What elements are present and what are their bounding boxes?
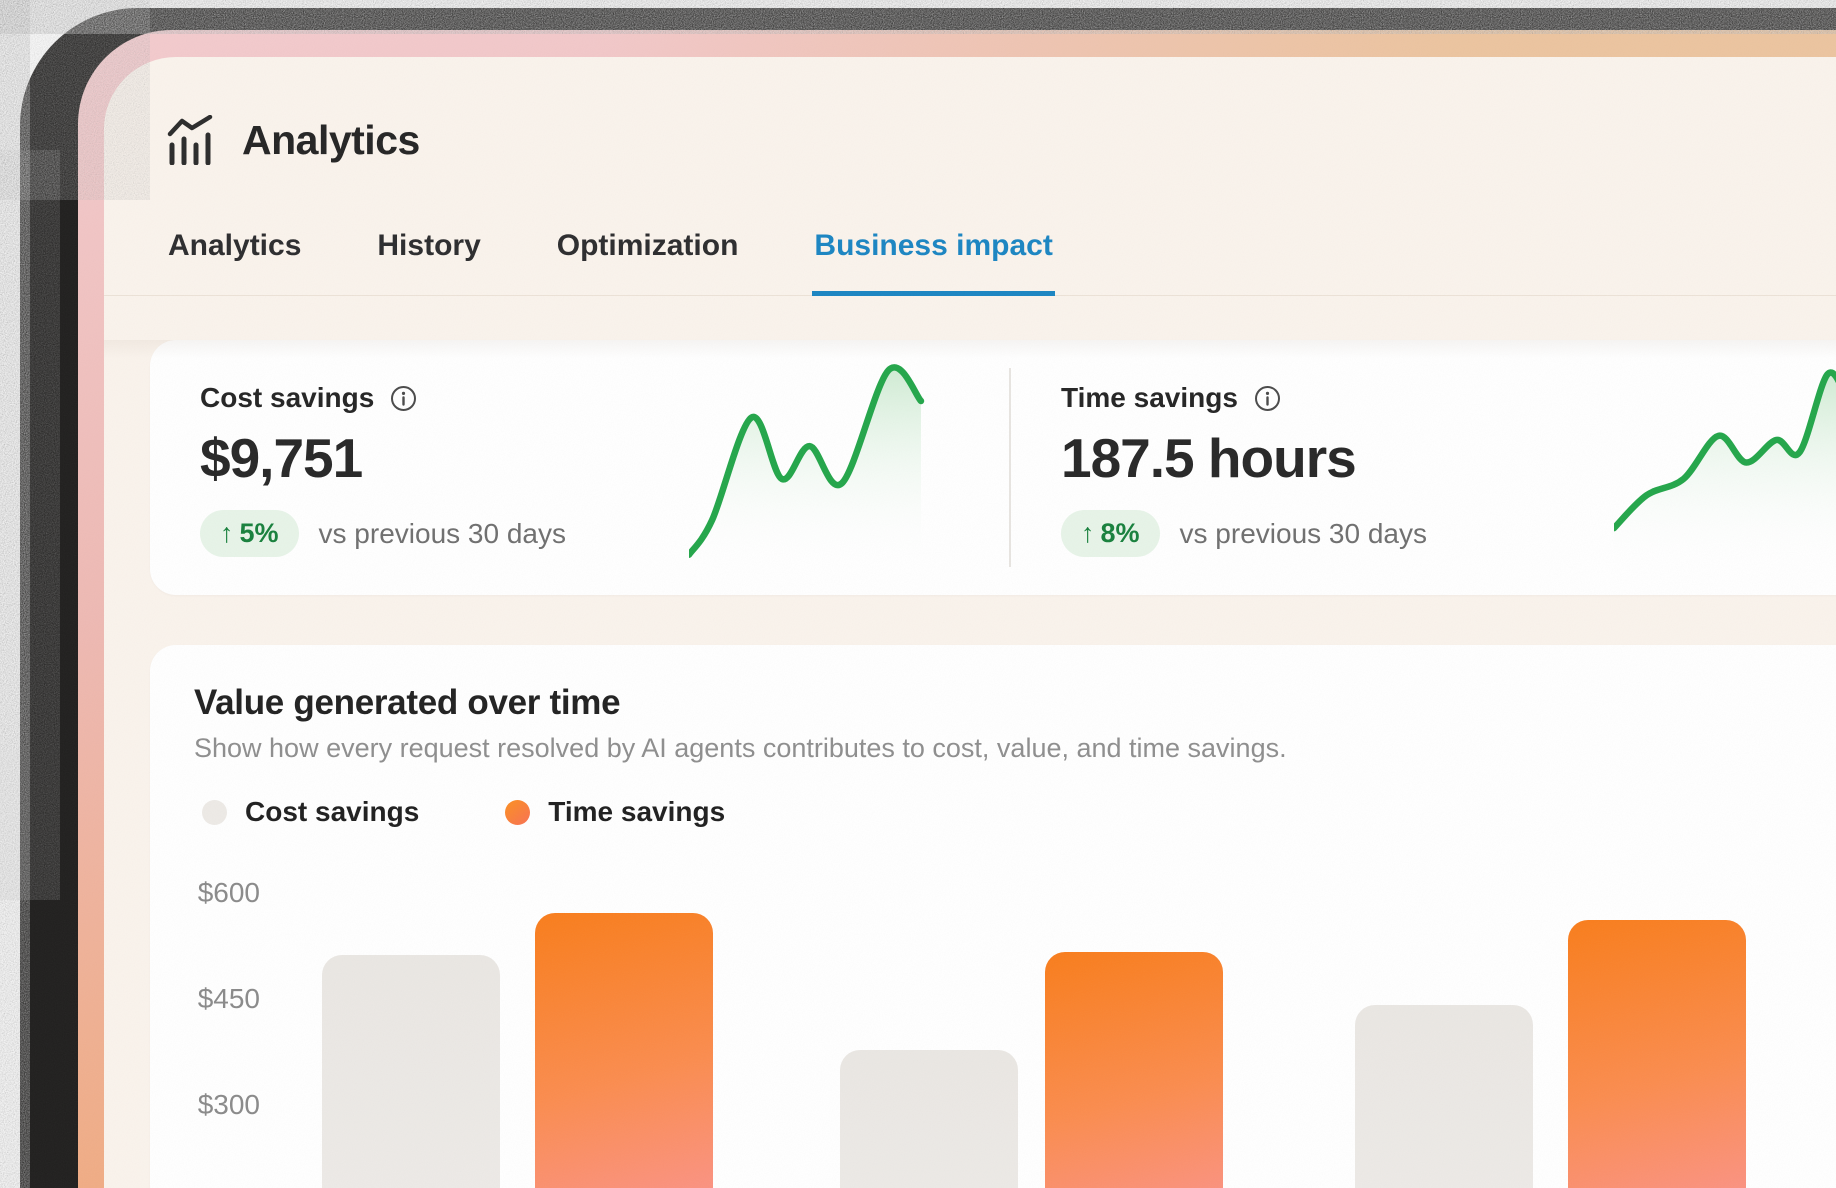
value-chart-card: Value generated over time Show how every… <box>150 645 1836 1188</box>
cost-savings-compare: vs previous 30 days <box>319 518 566 550</box>
y-axis-label-450: $450 <box>180 983 260 1015</box>
app-window: Analytics Analytics History Optimization Bu… <box>104 57 1836 1188</box>
analytics-icon <box>166 115 216 165</box>
title-row: Analytics <box>104 57 1836 165</box>
legend-item-cost-savings[interactable]: Cost savings <box>202 796 419 828</box>
legend-dot-gray <box>202 800 227 825</box>
chart-legend: Cost savings Time savings <box>202 796 1836 828</box>
up-arrow-icon: ↑ <box>220 518 234 549</box>
bar-cost-savings-group2 <box>840 1050 1018 1188</box>
bar-time-savings-group3 <box>1568 920 1746 1188</box>
time-savings-compare: vs previous 30 days <box>1180 518 1427 550</box>
bar-time-savings-group2 <box>1045 952 1223 1188</box>
tab-bar: Analytics History Optimization Business imp… <box>104 229 1836 296</box>
main-content: Cost savings $9,751 ↑5% vs previous 30 d… <box>104 340 1836 1188</box>
cost-savings-delta-badge: ↑5% <box>200 510 299 557</box>
tab-history[interactable]: History <box>375 229 482 296</box>
bar-chart-plot: $600 $450 $300 <box>150 645 1836 1188</box>
tab-business-impact[interactable]: Business impact <box>812 229 1054 296</box>
info-icon[interactable] <box>390 385 417 412</box>
time-savings-delta-badge: ↑8% <box>1061 510 1160 557</box>
stat-time-savings: Time savings 187.5 hours ↑8% vs previous… <box>1011 340 1836 595</box>
up-arrow-icon: ↑ <box>1081 518 1095 549</box>
info-icon[interactable] <box>1254 385 1281 412</box>
legend-item-time-savings[interactable]: Time savings <box>505 796 725 828</box>
time-savings-delta: 8% <box>1101 518 1140 549</box>
stat-cost-savings: Cost savings $9,751 ↑5% vs previous 30 d… <box>150 340 1009 595</box>
time-savings-label: Time savings <box>1061 382 1238 414</box>
screenshot-stage: Analytics Analytics History Optimization Bu… <box>0 0 1836 1188</box>
cost-savings-delta: 5% <box>240 518 279 549</box>
chart-subtitle: Show how every request resolved by AI ag… <box>194 733 1836 764</box>
cost-savings-sparkline <box>689 360 929 575</box>
stats-card: Cost savings $9,751 ↑5% vs previous 30 d… <box>150 340 1836 595</box>
bar-cost-savings-group3 <box>1355 1005 1533 1188</box>
bar-cost-savings-group1 <box>322 955 500 1188</box>
y-axis-label-600: $600 <box>180 877 260 909</box>
chart-title: Value generated over time <box>194 683 1836 723</box>
app-header: Analytics Analytics History Optimization Bu… <box>104 57 1836 296</box>
page-title: Analytics <box>242 117 420 164</box>
legend-dot-orange <box>505 800 530 825</box>
y-axis-label-300: $300 <box>180 1089 260 1121</box>
bar-time-savings-group1 <box>535 913 713 1188</box>
tab-optimization[interactable]: Optimization <box>555 229 741 296</box>
tab-analytics[interactable]: Analytics <box>166 229 303 296</box>
cost-savings-label: Cost savings <box>200 382 374 414</box>
time-savings-sparkline <box>1614 360 1836 575</box>
